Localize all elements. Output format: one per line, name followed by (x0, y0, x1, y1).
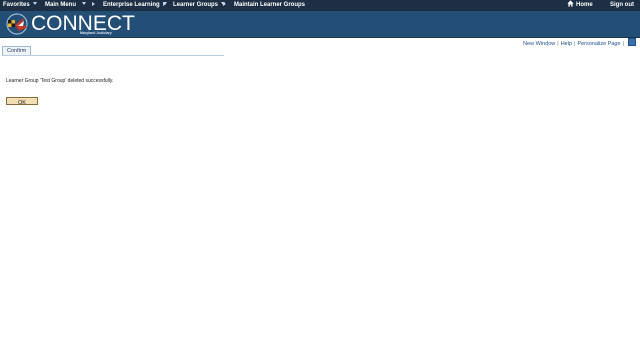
breadcrumb-label: Enterprise Learning (103, 2, 160, 8)
breadcrumb-learner-groups[interactable]: Learner Groups (173, 0, 226, 11)
chevron-down-icon (82, 2, 86, 5)
breadcrumb-enterprise-learning[interactable]: Enterprise Learning (103, 0, 167, 11)
tab-confirm[interactable]: Confirm (2, 46, 32, 55)
chevron-right-icon (223, 2, 226, 6)
maryland-flag-logo-icon (6, 13, 28, 35)
link-divider: | (574, 41, 576, 47)
tab-underline (2, 55, 224, 56)
page-utility-links: New Window | Help | Personalize Page | (523, 38, 636, 47)
breadcrumb-separator (223, 0, 226, 11)
sign-out-label: Sign out (610, 2, 634, 8)
favorites-label: Favorites (3, 2, 30, 8)
help-link[interactable]: Help (561, 41, 572, 47)
breadcrumb-label: Maintain Learner Groups (234, 2, 306, 8)
home-link[interactable]: Home (567, 0, 593, 11)
ok-button[interactable]: OK (6, 97, 38, 106)
top-navigation-bar: Favorites Main Menu Enterprise Learning … (0, 0, 640, 11)
chevron-right-icon (163, 2, 166, 6)
brand-header: CONNECT Maryland Judiciary (0, 11, 640, 38)
home-label: Home (576, 2, 593, 8)
brand-subtitle: Maryland Judiciary (80, 31, 112, 35)
main-menu-label: Main Menu (45, 2, 76, 8)
tab-label: Confirm (7, 48, 27, 54)
sign-out-link[interactable]: Sign out (610, 0, 634, 11)
new-window-link[interactable]: New Window (523, 41, 555, 47)
breadcrumb-label: Learner Groups (173, 2, 219, 8)
breadcrumb-maintain-learner-groups[interactable]: Maintain Learner Groups (234, 0, 305, 11)
personalize-page-link[interactable]: Personalize Page (577, 41, 620, 47)
home-icon (567, 0, 574, 7)
main-menu[interactable]: Main Menu (45, 0, 86, 11)
breadcrumb-separator (163, 0, 166, 11)
breadcrumb-separator (92, 0, 95, 11)
confirmation-message: Learner Group 'Test Group' deleted succe… (6, 78, 114, 84)
page-list-icon[interactable] (628, 38, 636, 46)
link-divider: | (622, 41, 624, 47)
chevron-down-icon (32, 2, 37, 5)
link-divider: | (557, 41, 559, 47)
favorites-menu[interactable]: Favorites (3, 0, 37, 11)
chevron-right-icon (92, 2, 95, 6)
